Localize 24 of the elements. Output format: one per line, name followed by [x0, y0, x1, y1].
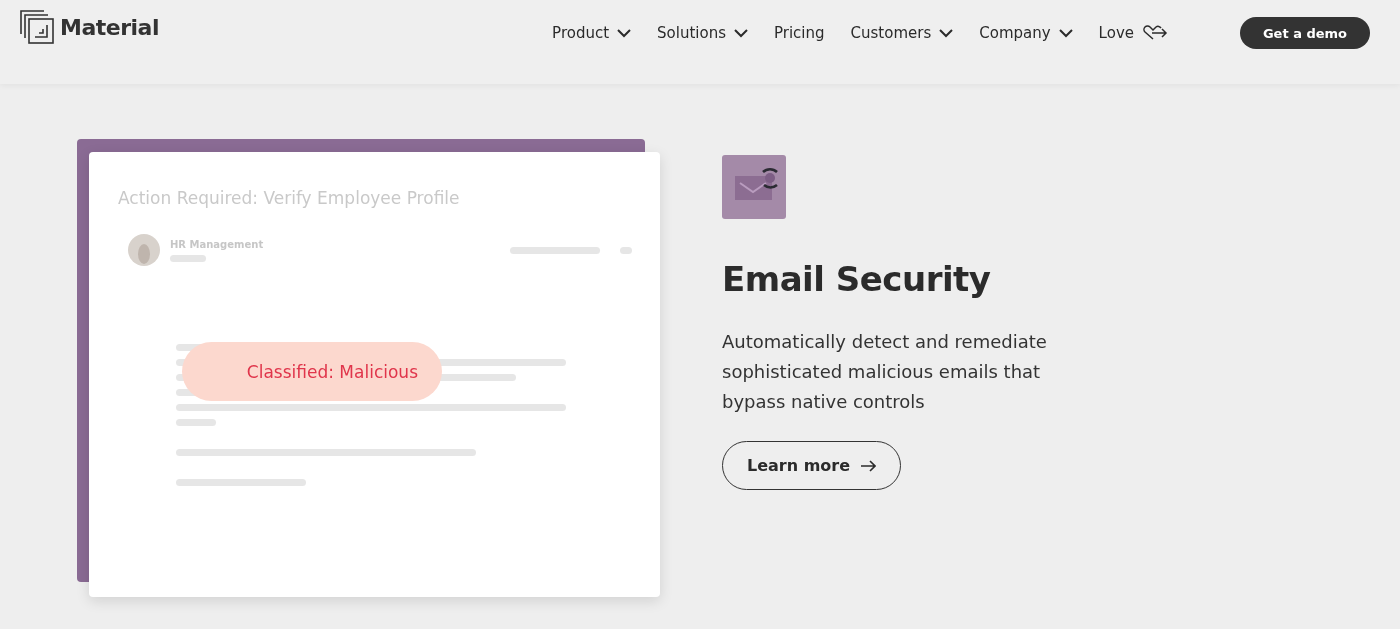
nav-link[interactable]: Company — [979, 24, 1073, 42]
text-placeholder-bar — [170, 254, 206, 262]
arrow-right-icon — [860, 459, 877, 472]
nav-link[interactable]: Product — [552, 24, 632, 42]
chevron-down-icon — [1058, 28, 1073, 38]
sender-name: HR Management — [170, 238, 264, 250]
chevron-down-icon — [617, 28, 632, 38]
nav-link[interactable]: Pricing — [774, 24, 825, 42]
feature-description: Automatically detect and remediate sophisticated malicious emails that bypass native controls — [722, 330, 1048, 414]
chevron-down-icon — [734, 28, 748, 38]
heart-arrow-icon — [1142, 25, 1168, 41]
nav-link[interactable]: Customers — [850, 24, 954, 42]
demo-button[interactable]: Get a demo — [1240, 17, 1370, 49]
envelope-icon — [722, 155, 786, 219]
nav-link[interactable]: Solutions — [657, 24, 748, 42]
avatar-icon — [128, 234, 160, 266]
nav-link[interactable]: Love — [1098, 24, 1168, 42]
logo-text: Material — [60, 14, 159, 40]
text-placeholder-bar — [176, 419, 216, 426]
logo-icon — [20, 10, 54, 44]
chevron-down-icon — [939, 28, 954, 38]
text-placeholder-bar — [620, 246, 632, 254]
classification-badge: Classified: Malicious — [182, 342, 442, 401]
feature-title: Email Security — [722, 259, 992, 299]
